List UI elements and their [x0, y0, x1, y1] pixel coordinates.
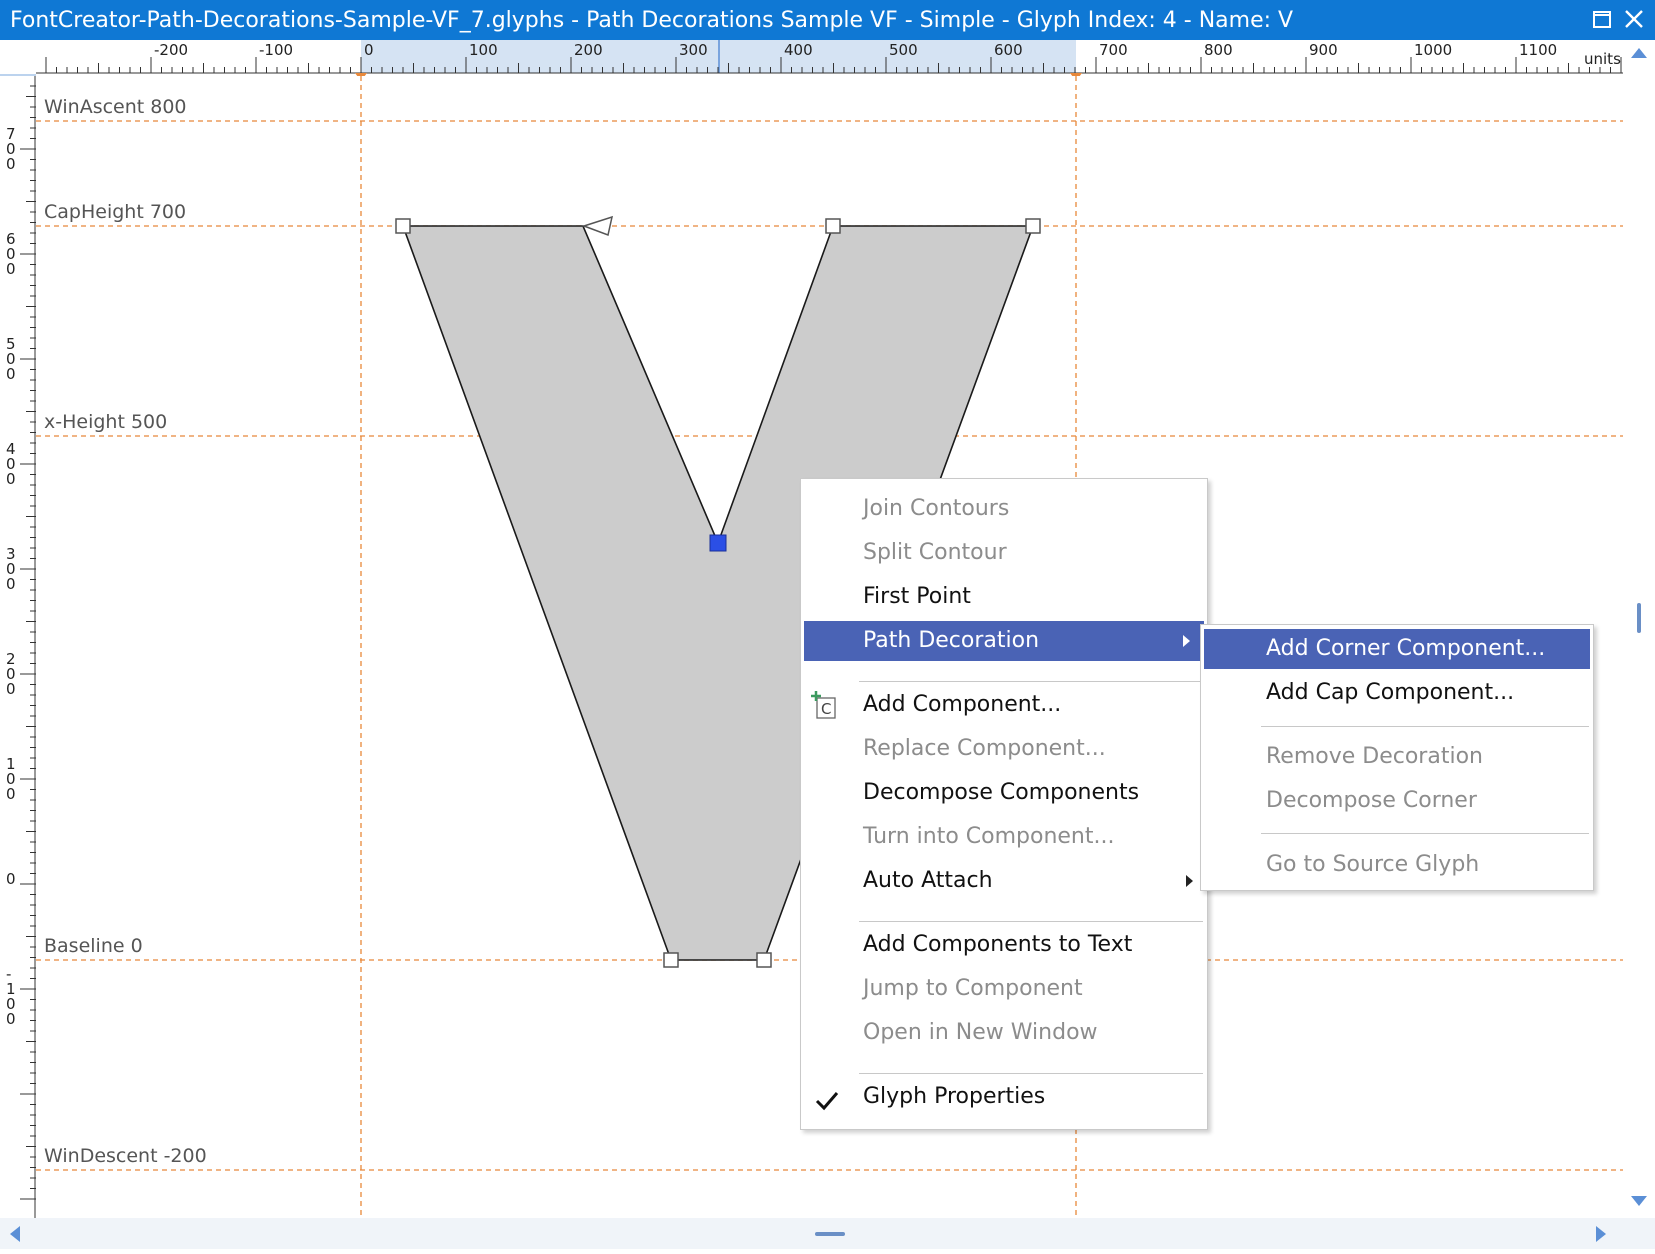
ruler-label: 400: [784, 41, 813, 59]
submenu-arrow-icon: [1183, 635, 1190, 647]
ruler-label: 700: [1099, 41, 1128, 59]
menu-item-glyph-properties[interactable]: Glyph Properties: [801, 1077, 1207, 1117]
ruler-label: 0: [6, 155, 16, 173]
ruler-label: 0: [6, 1010, 16, 1028]
ruler-label: -100: [259, 41, 293, 59]
menu-item-add-components-to-text[interactable]: Add Components to Text: [801, 925, 1207, 965]
start-point-marker: [581, 215, 614, 237]
close-button[interactable]: [1620, 5, 1650, 35]
ruler-label: 1000: [1414, 41, 1452, 59]
submenu-item-remove-decoration[interactable]: Remove Decoration: [1201, 737, 1593, 777]
ruler-label: 200: [574, 41, 603, 59]
add-component-icon: C: [809, 689, 839, 721]
close-icon: [1625, 10, 1643, 28]
svg-text:C: C: [821, 700, 831, 718]
scroll-right-icon: [1596, 1226, 1606, 1242]
point-marker: [1025, 218, 1041, 234]
submenu-arrow-icon: [1186, 875, 1193, 887]
ruler-label: 0: [6, 470, 16, 488]
ruler-label: 900: [1309, 41, 1338, 59]
vertical-scroll-thumb: [1637, 603, 1641, 633]
ruler-label: 300: [679, 41, 708, 59]
vertical-ruler-ticks: 7006005004003002001000-100: [6, 76, 36, 1218]
horizontal-ruler[interactable]: -200 -100 0 100 200 300 400 500 600 700 800 900 1000…: [36, 40, 1623, 81]
guide-label-win-ascent: WinAscent 800: [44, 96, 187, 118]
title-bar: FontCreator-Path-Decorations-Sample-VF_7…: [0, 0, 1655, 40]
menu-separator: [859, 681, 1203, 682]
menu-separator: [859, 921, 1203, 922]
menu-item-first-point[interactable]: First Point: [801, 577, 1207, 617]
point-marker: [395, 218, 411, 234]
submenu-item-add-corner-component[interactable]: Add Corner Component...: [1204, 629, 1590, 669]
menu-item-open-in-new-window[interactable]: Open in New Window: [801, 1013, 1207, 1053]
ruler-label: -200: [154, 41, 188, 59]
scroll-up-icon: [1631, 48, 1647, 58]
scroll-down-icon: [1631, 1196, 1647, 1206]
ruler-label: 100: [469, 41, 498, 59]
guide-label-win-descent: WinDescent -200: [44, 1145, 207, 1167]
ruler-corner: [0, 40, 36, 76]
submenu-item-decompose-corner[interactable]: Decompose Corner: [1201, 781, 1593, 821]
ruler-label: 500: [889, 41, 918, 59]
menu-item-auto-attach[interactable]: Auto Attach: [801, 861, 1207, 901]
point-marker: [756, 952, 772, 968]
point-marker: [663, 952, 679, 968]
horizontal-scrollbar[interactable]: [0, 1218, 1655, 1249]
menu-item-join-contours[interactable]: Join Contours: [801, 489, 1207, 529]
maximize-button[interactable]: [1588, 5, 1618, 35]
ruler-label: 1100: [1519, 41, 1557, 59]
horizontal-ruler-ticks: -200 -100 0 100 200 300 400 500 600 700 800 900 1000…: [36, 40, 1623, 81]
path-decoration-submenu: Add Corner Component... Add Cap Componen…: [1200, 624, 1594, 891]
menu-item-turn-into-component[interactable]: Turn into Component...: [801, 817, 1207, 857]
ruler-label: 0: [6, 260, 16, 278]
guide-label-baseline: Baseline 0: [44, 935, 143, 957]
ruler-label: 0: [6, 870, 16, 888]
menu-separator: [1261, 726, 1589, 727]
vertical-ruler[interactable]: 7006005004003002001000-100: [0, 76, 36, 1218]
menu-item-decompose-components[interactable]: Decompose Components: [801, 773, 1207, 813]
window-title: FontCreator-Path-Decorations-Sample-VF_7…: [10, 8, 1294, 33]
ruler-label: 0: [6, 785, 16, 803]
menu-item-add-component[interactable]: C Add Component...: [801, 685, 1207, 725]
units-label: units: [1584, 50, 1621, 68]
ruler-label: 600: [994, 41, 1023, 59]
point-marker: [825, 218, 841, 234]
horizontal-scroll-thumb: [815, 1232, 845, 1236]
ruler-label: 0: [6, 680, 16, 698]
guide-label-x-height: x-Height 500: [44, 411, 168, 433]
menu-item-split-contour[interactable]: Split Contour: [801, 533, 1207, 573]
menu-separator: [859, 1073, 1203, 1074]
menu-item-jump-to-component[interactable]: Jump to Component: [801, 969, 1207, 1009]
menu-separator: [1261, 833, 1589, 834]
ruler-label: 0: [364, 41, 374, 59]
guide-label-cap-height: CapHeight 700: [44, 201, 187, 223]
scroll-left-icon: [10, 1226, 20, 1242]
maximize-icon: [1593, 11, 1611, 28]
submenu-item-add-cap-component[interactable]: Add Cap Component...: [1201, 673, 1593, 713]
checkmark-icon: [815, 1086, 839, 1111]
vertical-scrollbar[interactable]: [1623, 40, 1655, 1218]
submenu-item-go-to-source-glyph[interactable]: Go to Source Glyph: [1201, 845, 1593, 885]
menu-item-path-decoration[interactable]: Path Decoration: [804, 621, 1204, 661]
context-menu: Join Contours Split Contour First Point …: [800, 478, 1208, 1130]
ruler-label: 800: [1204, 41, 1233, 59]
ruler-label: 0: [6, 575, 16, 593]
menu-item-replace-component[interactable]: Replace Component...: [801, 729, 1207, 769]
ruler-label: 0: [6, 365, 16, 383]
selected-point-marker: [709, 534, 727, 552]
